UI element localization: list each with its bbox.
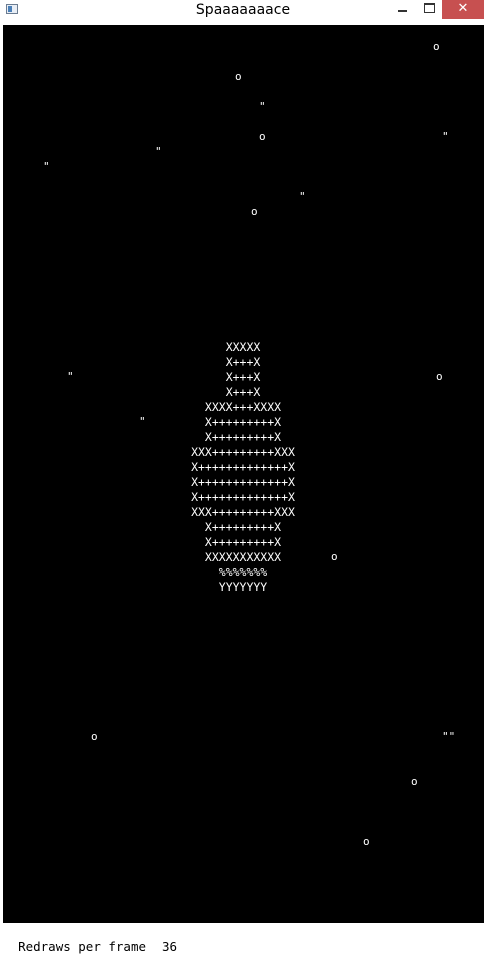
status-bar: Redraws per frame 36: [3, 924, 177, 954]
title-bar[interactable]: Spaaaaaaace ✕: [0, 0, 486, 22]
ship-row: X+++++++++++++X: [191, 475, 295, 489]
close-button[interactable]: ✕: [442, 0, 484, 19]
star-circle: o: [235, 70, 242, 83]
redraws-value: 36: [162, 939, 178, 954]
minimize-button[interactable]: [389, 0, 416, 19]
star-circle: o: [363, 835, 370, 848]
star-dust: ": [442, 130, 449, 143]
ship-row: XXX+++++++++XXX: [191, 505, 295, 519]
star-circle: o: [91, 730, 98, 743]
star-dust: ": [299, 190, 306, 203]
ship-row: X+++++++++X: [204, 415, 282, 429]
star-circle: o: [411, 775, 418, 788]
star-dust: ": [43, 160, 50, 173]
star-circle: o: [433, 40, 440, 53]
ship-row: XXX+++++++++XXX: [191, 445, 295, 459]
star-circle: o: [331, 550, 338, 563]
star-dust: ": [155, 145, 162, 158]
ship-row: XXXX+++XXXX: [204, 400, 282, 414]
star-circle: o: [436, 370, 443, 383]
ship-row: YYYYYYY: [218, 580, 268, 594]
star-dust: ": [67, 370, 74, 383]
game-canvas[interactable]: XXXXX X+++X X+++X X+++X XXXX+++XXXX X++++++++…: [3, 25, 484, 923]
ship-row: X+++X: [225, 385, 261, 399]
ship-row: X+++++++++++++X: [191, 460, 295, 474]
star-dust: "": [442, 730, 456, 743]
star-dust: ": [259, 100, 266, 113]
ship-row: X+++++++++X: [204, 430, 282, 444]
maximize-button[interactable]: [416, 0, 442, 19]
star-circle: o: [259, 130, 266, 143]
ship-row: %%%%%%%: [218, 565, 268, 579]
ship-row: X+++++++++++++X: [191, 490, 295, 504]
ship-row: XXXXXXXXXXX: [204, 550, 282, 564]
ship-row: XXXXX: [225, 340, 261, 354]
star-dust: ": [139, 415, 146, 428]
ship-row: X+++X: [225, 355, 261, 369]
ship-row: X+++++++++X: [204, 520, 282, 534]
star-circle: o: [251, 205, 258, 218]
redraws-label: Redraws per frame: [18, 939, 146, 954]
ship-row: X+++++++++X: [204, 535, 282, 549]
